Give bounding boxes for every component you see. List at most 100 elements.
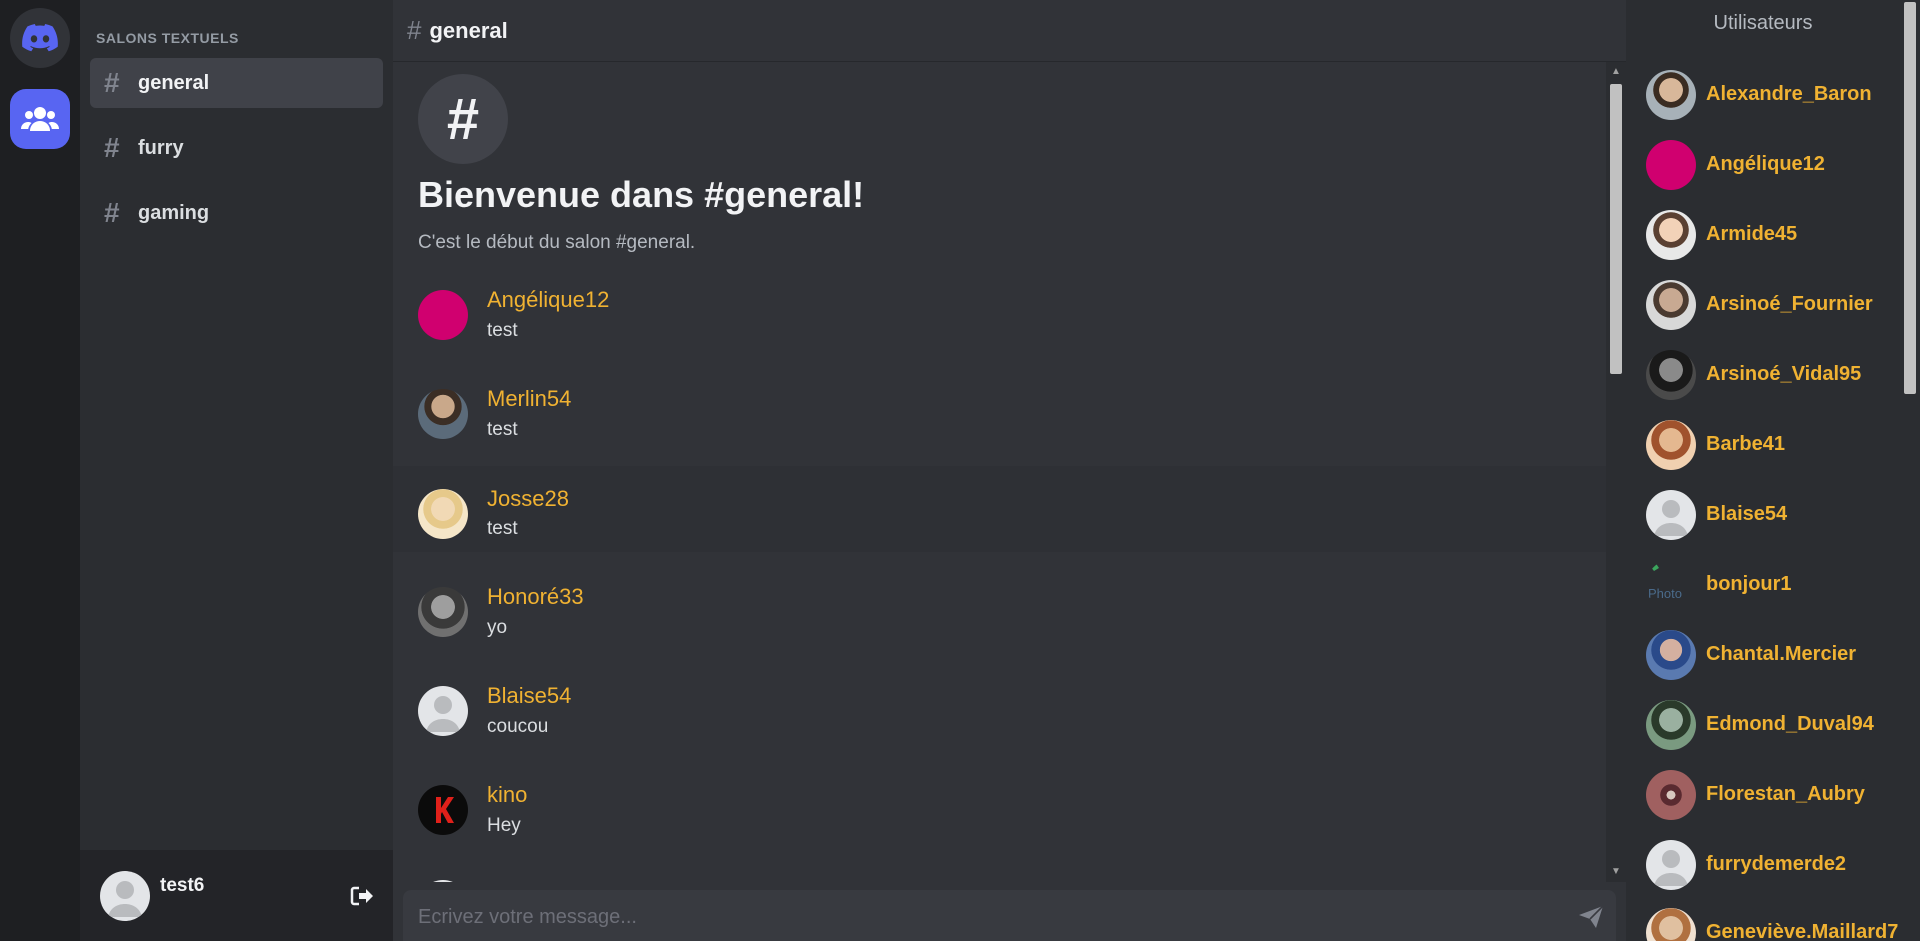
message-item-partial [393, 870, 1606, 882]
member-item[interactable]: Edmond_Duval94 [1646, 700, 1900, 760]
send-paper-plane-icon [1579, 905, 1604, 928]
member-name: Arsinoé_Vidal95 [1706, 363, 1862, 385]
message-author[interactable]: Angélique12 [487, 287, 609, 313]
avatar [1646, 350, 1696, 400]
default-user-icon [1654, 500, 1688, 536]
member-name: Alexandre_Baron [1706, 83, 1872, 105]
avatar [1646, 140, 1696, 190]
avatar[interactable] [418, 880, 468, 882]
scroll-thumb[interactable] [1610, 84, 1622, 374]
current-user-avatar[interactable] [100, 871, 150, 921]
friends-button[interactable] [10, 89, 70, 149]
chat-area: # general # Bienvenue dans #general! C'e… [393, 0, 1626, 941]
message-author[interactable]: Josse28 [487, 486, 569, 512]
avatar [1646, 280, 1696, 330]
avatar[interactable] [418, 785, 468, 835]
logout-button[interactable] [350, 886, 374, 906]
message-author[interactable]: kino [487, 782, 527, 808]
member-name: Arsinoé_Fournier [1706, 293, 1873, 315]
member-name: bonjour1 [1706, 573, 1792, 595]
channel-sidebar: SALONS TEXTUELS # general # furry # gami… [80, 0, 393, 941]
default-user-icon [108, 881, 142, 917]
channel-name: furry [138, 136, 184, 159]
channel-item-furry[interactable]: # furry [90, 123, 383, 173]
default-user-icon [426, 696, 460, 732]
avatar [1646, 770, 1696, 820]
message-composer [403, 890, 1616, 941]
page-scroll-thumb[interactable] [1904, 2, 1916, 394]
member-item[interactable]: Arsinoé_Vidal95 [1646, 350, 1900, 410]
broken-image-alt: Photo [1648, 586, 1682, 601]
avatar[interactable] [418, 587, 468, 637]
member-name: Geneviève.Maillard7 [1706, 921, 1899, 941]
users-group-icon [21, 107, 59, 131]
member-item[interactable]: Chantal.Mercier [1646, 630, 1900, 690]
channel-item-gaming[interactable]: # gaming [90, 188, 383, 238]
user-panel: test6 [80, 850, 393, 941]
message-text: test [487, 419, 518, 440]
hash-icon: # [407, 15, 422, 45]
member-name: Florestan_Aubry [1706, 783, 1865, 805]
channel-item-general[interactable]: # general [90, 58, 383, 108]
scroll-down-arrow-icon[interactable]: ▼ [1610, 866, 1622, 878]
message-item: Angélique12 test [393, 280, 1606, 366]
members-title: Utilisateurs [1713, 12, 1813, 34]
broken-image-icon: Photo [1648, 562, 1682, 601]
message-scrollbar[interactable]: ▲ ▼ [1606, 62, 1626, 882]
member-name: Barbe41 [1706, 433, 1785, 455]
hash-icon: # [104, 197, 120, 228]
scroll-up-arrow-icon[interactable]: ▲ [1610, 66, 1622, 78]
welcome-title: Bienvenue dans #general! [418, 174, 865, 215]
member-item[interactable]: Photo bonjour1 [1646, 560, 1900, 620]
send-button[interactable] [1578, 905, 1604, 929]
message-text: Hey [487, 815, 521, 836]
avatar [1646, 630, 1696, 680]
message-author[interactable]: Blaise54 [487, 683, 571, 709]
avatar[interactable] [418, 389, 468, 439]
message-list[interactable]: # Bienvenue dans #general! C'est le débu… [393, 62, 1606, 882]
page-scrollbar[interactable] [1900, 0, 1920, 941]
message-text: test [487, 320, 518, 341]
discord-home-button[interactable] [10, 8, 70, 68]
hash-icon: # [104, 67, 120, 98]
avatar [1646, 700, 1696, 750]
avatar [1646, 210, 1696, 260]
app-window: SALONS TEXTUELS # general # furry # gami… [0, 0, 1920, 941]
current-user-name: test6 [160, 875, 205, 896]
member-item[interactable]: Blaise54 [1646, 490, 1900, 550]
channel-hash-icon: # [418, 74, 508, 164]
avatar[interactable] [418, 686, 468, 736]
channel-header: # general [393, 0, 1626, 62]
member-name: Angélique12 [1706, 153, 1825, 175]
member-item[interactable]: Alexandre_Baron [1646, 70, 1900, 130]
member-item[interactable]: Florestan_Aubry [1646, 770, 1900, 830]
avatar [1646, 420, 1696, 470]
message-item: Josse28 test [393, 466, 1606, 552]
avatar[interactable] [418, 290, 468, 340]
member-item[interactable]: Arsinoé_Fournier [1646, 280, 1900, 340]
member-item[interactable]: Geneviève.Maillard7 [1646, 908, 1900, 941]
discord-logo-icon [22, 24, 58, 52]
channel-category-title: SALONS TEXTUELS [96, 30, 239, 46]
hash-icon: # [104, 132, 120, 163]
member-item[interactable]: furrydemerde2 [1646, 840, 1900, 900]
member-item[interactable]: Barbe41 [1646, 420, 1900, 480]
member-item[interactable]: Angélique12 [1646, 140, 1900, 200]
avatar[interactable] [418, 489, 468, 539]
member-name: furrydemerde2 [1706, 853, 1847, 875]
channel-name: general [138, 71, 210, 94]
message-author[interactable]: Honoré33 [487, 584, 584, 610]
message-item: Blaise54 coucou [393, 676, 1606, 762]
message-text: yo [487, 617, 508, 638]
member-name: Chantal.Mercier [1706, 643, 1857, 665]
message-text: coucou [487, 716, 549, 737]
welcome-subtitle: C'est le début du salon #general. [418, 232, 696, 253]
message-item: kino Hey [393, 775, 1606, 861]
message-input[interactable] [418, 898, 1548, 936]
member-name: Edmond_Duval94 [1706, 713, 1874, 735]
message-author[interactable]: Merlin54 [487, 386, 571, 412]
member-item[interactable]: Armide45 [1646, 210, 1900, 270]
avatar [1646, 70, 1696, 120]
avatar [1646, 840, 1696, 890]
member-name: Blaise54 [1706, 503, 1788, 525]
